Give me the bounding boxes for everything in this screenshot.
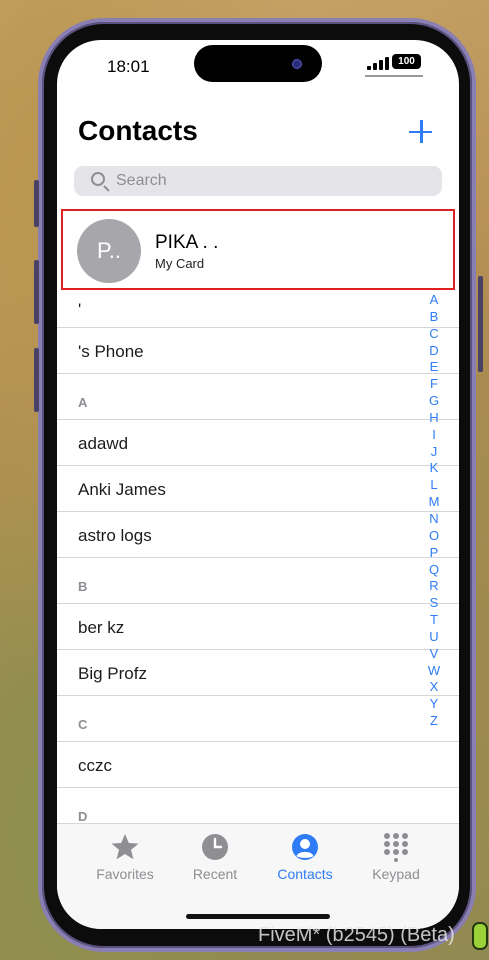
status-underline bbox=[365, 75, 423, 77]
alphabet-index[interactable]: A B C D E F G H I J K L M N O P Q R S T … bbox=[426, 291, 442, 729]
volume-down-button bbox=[34, 348, 39, 412]
index-letter[interactable]: I bbox=[426, 426, 442, 443]
status-time: 18:01 bbox=[107, 57, 150, 76]
tab-contacts[interactable]: Contacts bbox=[260, 832, 350, 882]
list-item[interactable]: Big Profz bbox=[57, 650, 459, 696]
index-letter[interactable]: Q bbox=[426, 561, 442, 578]
index-letter[interactable]: O bbox=[426, 527, 442, 544]
list-item[interactable]: cczc bbox=[57, 742, 459, 788]
section-header-label: B bbox=[78, 579, 88, 594]
index-letter[interactable]: Y bbox=[426, 695, 442, 712]
add-contact-button[interactable] bbox=[405, 116, 437, 148]
index-letter[interactable]: B bbox=[426, 308, 442, 325]
list-item[interactable]: 's Phone bbox=[57, 328, 459, 374]
avatar: P.. bbox=[77, 219, 141, 283]
tab-recent[interactable]: Recent bbox=[170, 832, 260, 882]
index-letter[interactable]: M bbox=[426, 493, 442, 510]
index-letter[interactable]: X bbox=[426, 678, 442, 695]
contact-name: Anki James bbox=[78, 480, 166, 499]
section-header-label: C bbox=[78, 717, 88, 732]
tab-label: Favorites bbox=[96, 866, 154, 882]
index-letter[interactable]: R bbox=[426, 577, 442, 594]
dynamic-island bbox=[194, 45, 322, 82]
signal-icon bbox=[367, 57, 389, 70]
contact-name: ber kz bbox=[78, 618, 125, 637]
phone-screen: 18:01 100 Contacts Search P.. PIKA . . M… bbox=[57, 40, 459, 929]
contact-name: Big Profz bbox=[78, 664, 147, 683]
contact-name: cczc bbox=[78, 756, 112, 775]
index-letter[interactable]: V bbox=[426, 645, 442, 662]
search-icon bbox=[91, 172, 105, 186]
index-letter[interactable]: L bbox=[426, 476, 442, 493]
list-item[interactable]: astro logs bbox=[57, 512, 459, 558]
index-letter[interactable]: F bbox=[426, 375, 442, 392]
index-letter[interactable]: N bbox=[426, 510, 442, 527]
tab-label: Recent bbox=[192, 866, 238, 882]
contact-name: astro logs bbox=[78, 526, 152, 545]
fivem-logo-icon bbox=[472, 922, 488, 950]
contact-list: ' 's Phone A adawd Anki James astro logs… bbox=[57, 292, 459, 834]
star-icon bbox=[111, 834, 139, 860]
index-letter[interactable]: W bbox=[426, 662, 442, 679]
keypad-icon bbox=[384, 833, 408, 862]
index-letter[interactable]: C bbox=[426, 325, 442, 342]
section-header-label: D bbox=[78, 809, 88, 824]
contact-name: 's Phone bbox=[78, 342, 144, 361]
contact-name: adawd bbox=[78, 434, 129, 453]
index-letter[interactable]: S bbox=[426, 594, 442, 611]
index-letter[interactable]: H bbox=[426, 409, 442, 426]
search-placeholder: Search bbox=[116, 172, 167, 189]
list-item[interactable]: ' bbox=[57, 292, 459, 328]
index-letter[interactable]: J bbox=[426, 443, 442, 460]
list-item[interactable]: Anki James bbox=[57, 466, 459, 512]
index-letter[interactable]: A bbox=[426, 291, 442, 308]
tab-favorites[interactable]: Favorites bbox=[80, 832, 170, 882]
index-letter[interactable]: G bbox=[426, 392, 442, 409]
fivem-watermark: FiveM* (b2545) (Beta) bbox=[258, 924, 455, 946]
list-item[interactable]: ber kz bbox=[57, 604, 459, 650]
tab-label: Keypad bbox=[372, 866, 420, 882]
home-indicator[interactable] bbox=[186, 914, 330, 919]
search-input[interactable]: Search bbox=[74, 166, 442, 196]
section-header: A bbox=[57, 374, 459, 420]
index-letter[interactable]: E bbox=[426, 358, 442, 375]
my-card-subtitle: My Card bbox=[155, 256, 205, 271]
section-header: B bbox=[57, 558, 459, 604]
camera-icon bbox=[292, 59, 302, 69]
my-card-name: PIKA . . bbox=[155, 232, 219, 253]
page-title: Contacts bbox=[78, 115, 198, 146]
index-letter[interactable]: Z bbox=[426, 712, 442, 729]
action-button bbox=[34, 180, 39, 227]
index-letter[interactable]: K bbox=[426, 459, 442, 476]
section-header-label: A bbox=[78, 395, 88, 410]
index-letter[interactable]: P bbox=[426, 544, 442, 561]
list-item[interactable]: adawd bbox=[57, 420, 459, 466]
contact-name: ' bbox=[78, 300, 82, 319]
section-header: C bbox=[57, 696, 459, 742]
tab-label: Contacts bbox=[277, 866, 333, 882]
power-button bbox=[478, 276, 483, 372]
index-letter[interactable]: U bbox=[426, 628, 442, 645]
my-card[interactable]: P.. PIKA . . My Card bbox=[61, 209, 455, 290]
tab-keypad[interactable]: Keypad bbox=[351, 832, 441, 882]
index-letter[interactable]: D bbox=[426, 342, 442, 359]
index-letter[interactable]: T bbox=[426, 611, 442, 628]
volume-up-button bbox=[34, 260, 39, 324]
clock-icon bbox=[202, 834, 228, 860]
battery-icon: 100 bbox=[392, 54, 421, 69]
person-circle-icon bbox=[292, 834, 318, 860]
